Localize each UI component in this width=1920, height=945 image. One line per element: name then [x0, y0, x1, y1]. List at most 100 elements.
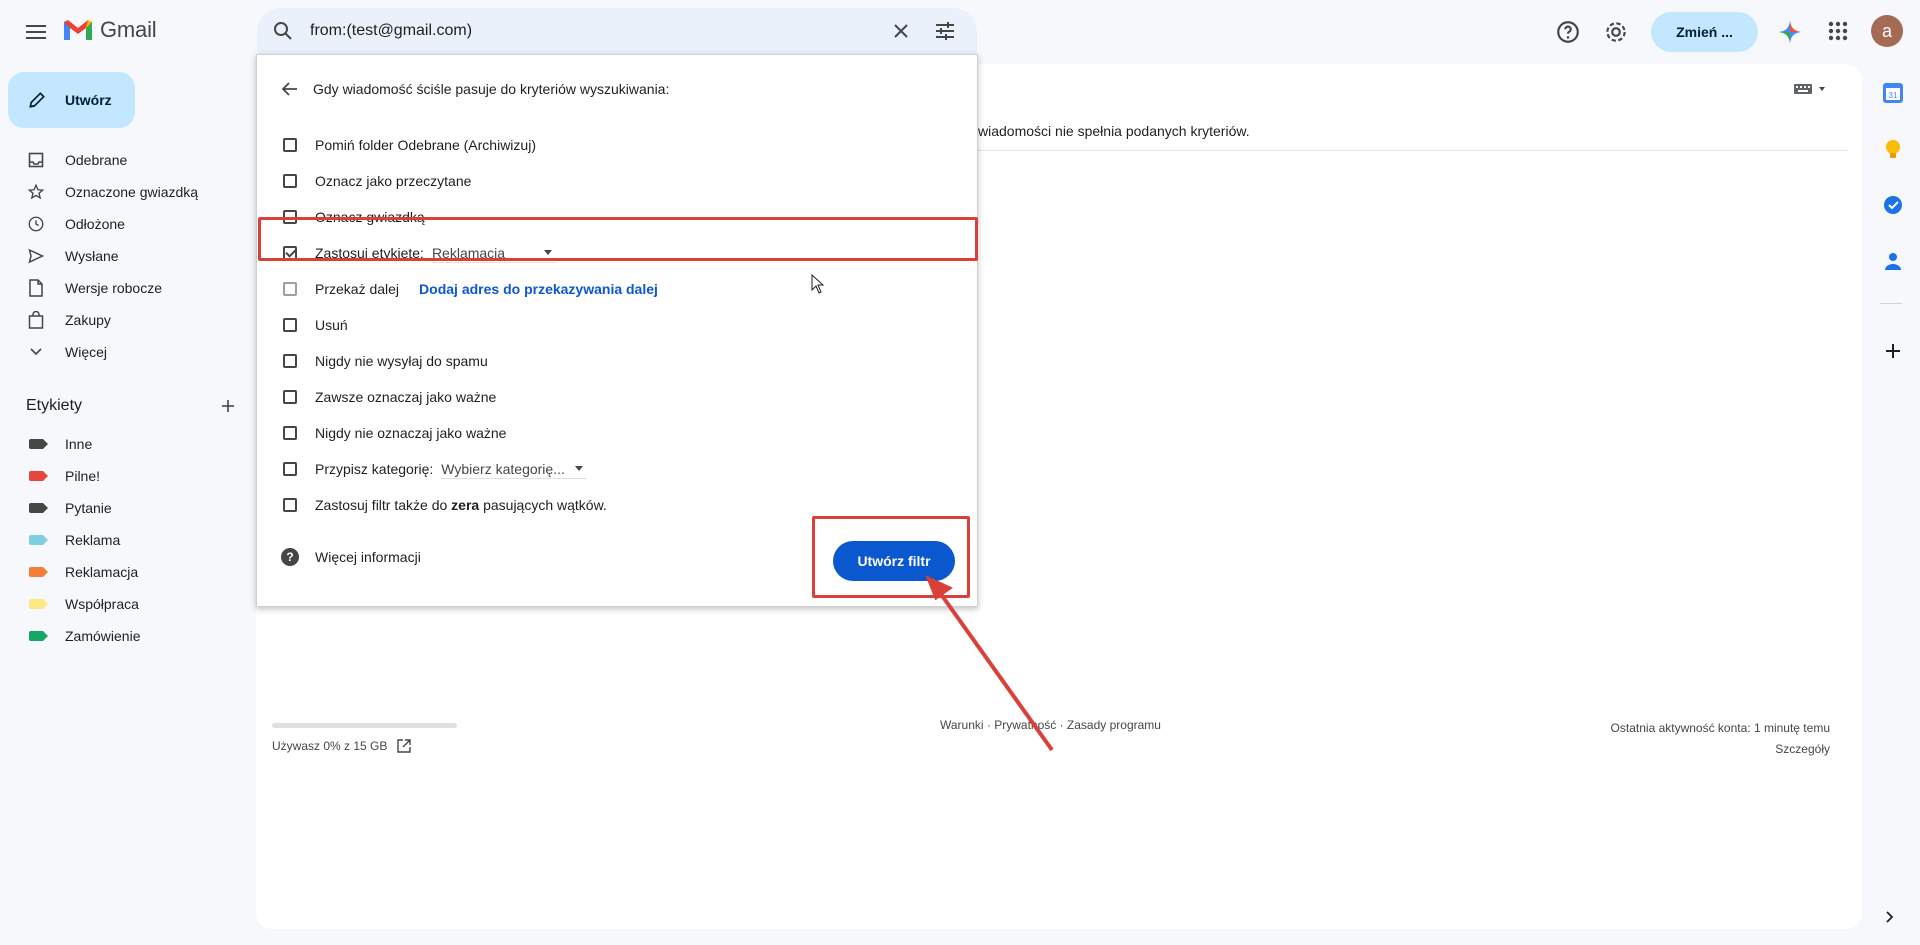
sidebar-item-label: Więcej: [65, 344, 108, 360]
gemini-icon[interactable]: [1778, 20, 1802, 44]
label-item-pytanie[interactable]: Pytanie: [0, 492, 250, 524]
divider: [978, 150, 1848, 151]
option-label: Usuń: [315, 317, 348, 333]
sidebar-item-snoozed[interactable]: Odłożone: [0, 208, 250, 240]
option-label: Oznacz jako przeczytane: [315, 173, 472, 189]
option-also-apply[interactable]: Zastosuj filtr także do zera pasujących …: [283, 493, 607, 517]
option-never-spam[interactable]: Nigdy nie wysyłaj do spamu: [283, 349, 488, 373]
label-name: Inne: [65, 436, 93, 452]
checkbox[interactable]: [283, 174, 297, 188]
compose-button[interactable]: Utwórz: [8, 72, 135, 128]
highlight-box-create-filter: [812, 516, 970, 598]
category-select-value: Wybierz kategorię...: [441, 460, 565, 477]
svg-text:31: 31: [1889, 91, 1898, 100]
keyboard-icon[interactable]: [1793, 82, 1829, 96]
dropdown-caret-icon: [574, 466, 583, 471]
avatar[interactable]: a: [1871, 15, 1903, 47]
checkbox[interactable]: [283, 138, 297, 152]
label-item-pilne[interactable]: Pilne!: [0, 460, 250, 492]
more-info-link[interactable]: ? Więcej informacji: [281, 545, 421, 569]
checkbox[interactable]: [283, 390, 297, 404]
checkbox[interactable]: [283, 462, 297, 476]
option-label: Zastosuj filtr także do zera pasujących …: [315, 497, 607, 513]
option-mark-read[interactable]: Oznacz jako przeczytane: [283, 169, 471, 193]
category-select[interactable]: Wybierz kategorię...: [441, 459, 587, 479]
also-apply-count: zera: [451, 497, 480, 513]
labels-header: Etykiety: [26, 394, 236, 418]
plus-icon[interactable]: [220, 398, 236, 414]
option-never-important[interactable]: Nigdy nie oznaczaj jako ważne: [283, 421, 506, 445]
sidebar-item-sent[interactable]: Wysłane: [0, 240, 250, 272]
sidebar-item-drafts[interactable]: Wersje robocze: [0, 272, 250, 304]
label-tag-icon: [29, 535, 48, 545]
gmail-logo[interactable]: Gmail: [62, 17, 157, 43]
label-item-reklama[interactable]: Reklama: [0, 524, 250, 556]
checkbox[interactable]: [283, 354, 297, 368]
draft-icon: [29, 279, 43, 297]
footer-links[interactable]: Warunki · Prywatność · Zasady programu: [940, 718, 1161, 732]
star-icon: [27, 183, 45, 200]
checkbox[interactable]: [283, 318, 297, 332]
option-skip-inbox[interactable]: Pomiń folder Odebrane (Archiwizuj): [283, 133, 536, 157]
option-forward[interactable]: Przekaż dalej Dodaj adres do przekazywan…: [283, 277, 658, 301]
main-menu-button[interactable]: [20, 16, 52, 48]
add-forwarding-link[interactable]: Dodaj adres do przekazywania dalej: [419, 281, 658, 297]
sidebar-item-more[interactable]: Więcej: [0, 336, 250, 368]
option-always-important[interactable]: Zawsze oznaczaj jako ważne: [283, 385, 496, 409]
label-item-zamowienie[interactable]: Zamówienie: [0, 620, 250, 652]
search-icon[interactable]: [271, 19, 295, 43]
back-arrow-icon[interactable]: [281, 80, 299, 98]
no-results-message: wiadomości nie spełnia podanych kryterió…: [978, 123, 1250, 139]
sidebar-item-label: Odłożone: [65, 216, 125, 232]
storage-text: Używasz 0% z 15 GB: [272, 739, 388, 753]
label-tag-icon: [29, 439, 48, 449]
account-activity: Ostatnia aktywność konta: 1 minutę temu …: [1611, 718, 1830, 760]
clock-icon: [28, 216, 44, 232]
sidebar-item-inbox[interactable]: Odebrane: [0, 144, 250, 176]
chevron-right-icon[interactable]: [1882, 910, 1896, 924]
gear-icon[interactable]: [1603, 19, 1629, 45]
help-icon[interactable]: [1555, 19, 1581, 45]
tune-icon[interactable]: [933, 19, 957, 43]
close-icon[interactable]: [889, 19, 913, 43]
highlight-box-apply-label: [258, 217, 978, 261]
checkbox[interactable]: [283, 498, 297, 512]
details-link[interactable]: Szczegóły: [1611, 739, 1830, 760]
upgrade-button[interactable]: Zmień ...: [1651, 12, 1758, 52]
labels-list: Inne Pilne! Pytanie Reklama Reklamacja W…: [0, 428, 250, 652]
sidebar-item-starred[interactable]: Oznaczone gwiazdką: [0, 176, 250, 208]
search-input[interactable]: from:(test@gmail.com): [310, 22, 472, 40]
apps-grid-icon[interactable]: [1827, 20, 1849, 42]
also-apply-pre: Zastosuj filtr także do: [315, 497, 452, 513]
label-item-inne[interactable]: Inne: [0, 428, 250, 460]
label-name: Pilne!: [65, 468, 101, 484]
mouse-cursor-icon: [811, 274, 825, 294]
dialog-header: Gdy wiadomość ściśle pasuje do kryteriów…: [281, 79, 669, 99]
gmail-m-icon: [64, 20, 92, 40]
dialog-header-text: Gdy wiadomość ściśle pasuje do kryteriów…: [313, 81, 670, 97]
search-bar[interactable]: from:(test@gmail.com): [257, 8, 977, 54]
option-label: Nigdy nie wysyłaj do spamu: [315, 353, 488, 369]
label-tag-icon: [29, 631, 48, 641]
label-name: Zamówienie: [65, 628, 141, 644]
label-item-wspolpraca[interactable]: Współpraca: [0, 588, 250, 620]
label-item-reklamacja[interactable]: Reklamacja: [0, 556, 250, 588]
option-category[interactable]: Przypisz kategorię: Wybierz kategorię...: [283, 457, 587, 481]
option-delete[interactable]: Usuń: [283, 313, 348, 337]
keep-icon[interactable]: [1882, 138, 1904, 160]
checkbox[interactable]: [283, 282, 297, 296]
sidebar-item-label: Zakupy: [65, 312, 111, 328]
label-name: Reklamacja: [65, 564, 139, 580]
option-label: Nigdy nie oznaczaj jako ważne: [315, 425, 507, 441]
checkbox[interactable]: [283, 426, 297, 440]
contacts-icon[interactable]: [1882, 250, 1904, 272]
question-mark-icon: ?: [281, 548, 299, 566]
sidebar-item-label: Oznaczone gwiazdką: [65, 184, 199, 200]
add-addon-icon[interactable]: [1882, 340, 1904, 362]
calendar-icon[interactable]: 31: [1882, 82, 1904, 104]
open-external-icon[interactable]: [397, 739, 412, 753]
compose-label: Utwórz: [65, 92, 112, 108]
tasks-icon[interactable]: [1882, 194, 1904, 216]
sidebar-item-shopping[interactable]: Zakupy: [0, 304, 250, 336]
label-tag-icon: [29, 599, 48, 609]
